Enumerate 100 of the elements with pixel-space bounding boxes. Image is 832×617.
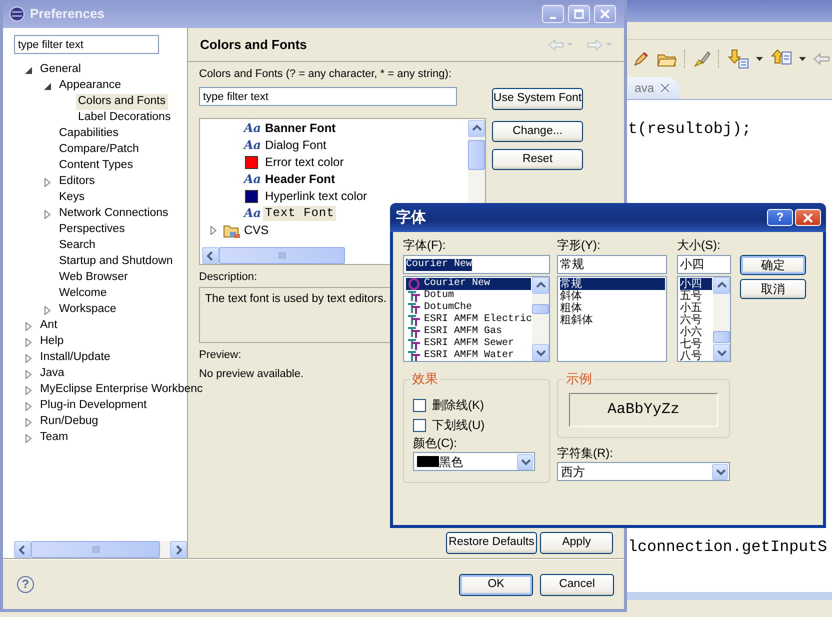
font-name-list[interactable]: Courier New Dotum DotumChe ESRI AMFM Electric ESRI AMFM Gas ESRI AMFM Sewer ESRI AMFM Water bbox=[403, 276, 550, 362]
filter-field[interactable]: type filter text bbox=[199, 87, 457, 106]
list-item[interactable]: Dotum bbox=[406, 290, 531, 302]
list-item[interactable]: 五号 bbox=[680, 290, 712, 302]
cancel-button[interactable]: 取消 bbox=[740, 279, 806, 299]
scrollbar-thumb[interactable] bbox=[532, 304, 549, 314]
tree-item[interactable]: Perspectives bbox=[57, 222, 127, 238]
tree-item[interactable]: Welcome bbox=[57, 286, 109, 302]
help-button[interactable]: ? bbox=[767, 209, 793, 226]
list-item[interactable]: 小五 bbox=[680, 302, 712, 314]
checkbox[interactable] bbox=[413, 398, 426, 412]
scroll-left-button[interactable] bbox=[14, 541, 31, 558]
expander-icon[interactable] bbox=[24, 66, 33, 74]
tree-item[interactable]: Editors bbox=[57, 174, 97, 190]
color-select[interactable]: 黑色 bbox=[413, 452, 535, 472]
cancel-button[interactable]: Cancel bbox=[540, 574, 614, 596]
tree-item[interactable]: Label Decorations bbox=[76, 110, 173, 126]
scroll-left-button[interactable] bbox=[202, 247, 219, 264]
dropdown-button[interactable] bbox=[517, 454, 533, 470]
close-icon[interactable] bbox=[660, 83, 670, 93]
list-item[interactable]: ESRI AMFM Water bbox=[406, 350, 531, 361]
tree-item[interactable]: Network Connections bbox=[57, 206, 170, 222]
dropdown-button[interactable] bbox=[712, 464, 728, 480]
tree-item[interactable]: Banner Font bbox=[263, 121, 338, 136]
scrollbar-thumb[interactable] bbox=[713, 331, 730, 343]
list-item[interactable]: Courier New bbox=[406, 278, 531, 290]
scrollbar-thumb[interactable] bbox=[468, 140, 485, 170]
back-arrow-icon[interactable] bbox=[813, 52, 831, 66]
list-item[interactable]: ESRI AMFM Electric bbox=[406, 314, 531, 326]
font-size-list[interactable]: 小四 五号 小五 六号 小六 七号 八号 bbox=[677, 276, 731, 362]
minimize-button[interactable] bbox=[542, 5, 564, 23]
filter-field[interactable]: type filter text bbox=[14, 35, 159, 54]
checkbox[interactable] bbox=[413, 418, 426, 432]
font-size-field[interactable]: 小四 bbox=[677, 255, 731, 274]
scroll-up-button[interactable] bbox=[713, 277, 730, 294]
charset-select[interactable]: 西方 bbox=[557, 462, 730, 482]
list-item[interactable]: ESRI AMFM Gas bbox=[406, 326, 531, 338]
tree-item[interactable]: Web Browser bbox=[57, 270, 130, 286]
brush-icon[interactable] bbox=[693, 50, 711, 68]
apply-button[interactable]: Apply bbox=[540, 532, 613, 554]
tree-item[interactable]: Appearance bbox=[57, 78, 124, 94]
tree-item[interactable]: Java bbox=[38, 366, 66, 382]
tree-item[interactable]: Hyperlink text color bbox=[263, 189, 370, 204]
tree-item[interactable]: CVS bbox=[242, 223, 271, 238]
close-button[interactable] bbox=[594, 5, 616, 23]
tree-item[interactable]: Compare/Patch bbox=[57, 142, 141, 158]
ok-button[interactable]: 确定 bbox=[740, 255, 806, 275]
tree-item[interactable]: Run/Debug bbox=[38, 414, 100, 430]
tree-item[interactable]: Capabilities bbox=[57, 126, 120, 142]
scroll-up-button[interactable] bbox=[468, 120, 485, 138]
dropdown-caret-icon[interactable] bbox=[756, 57, 763, 61]
tree-item[interactable]: Error text color bbox=[263, 155, 346, 170]
tree-item[interactable]: Help bbox=[38, 334, 66, 350]
tree-item[interactable]: MyEclipse Enterprise Workbenc bbox=[38, 382, 205, 398]
tree-item[interactable]: Team bbox=[38, 430, 70, 446]
list-item[interactable]: 小六 bbox=[680, 326, 712, 338]
scrollbar[interactable] bbox=[532, 277, 549, 361]
ok-button[interactable]: OK bbox=[459, 574, 533, 596]
tree-item[interactable]: Search bbox=[57, 238, 98, 254]
tree-item[interactable]: Dialog Font bbox=[263, 138, 328, 153]
scrollbar[interactable] bbox=[713, 277, 730, 361]
tree-item[interactable]: Startup and Shutdown bbox=[57, 254, 175, 270]
list-item[interactable]: DotumChe bbox=[406, 302, 531, 314]
scroll-up-button[interactable] bbox=[532, 277, 549, 294]
list-item[interactable]: ESRI AMFM Sewer bbox=[406, 338, 531, 350]
tree-item[interactable]: Plug-in Development bbox=[38, 398, 149, 414]
reset-button[interactable]: Reset bbox=[492, 149, 583, 170]
tree-item[interactable]: Header Font bbox=[263, 172, 338, 187]
restore-defaults-button[interactable]: Restore Defaults bbox=[446, 532, 537, 554]
font-style-list[interactable]: 常规 斜体 粗体 粗斜体 bbox=[557, 276, 667, 362]
use-system-font-button[interactable]: Use System Font bbox=[492, 88, 583, 110]
scroll-down-button[interactable] bbox=[713, 344, 730, 361]
scrollbar-thumb[interactable] bbox=[31, 541, 160, 558]
help-button[interactable]: ? bbox=[17, 576, 34, 593]
list-item[interactable]: 粗体 bbox=[560, 302, 665, 314]
tree-item[interactable]: Install/Update bbox=[38, 350, 112, 366]
down-arrow-icon[interactable] bbox=[727, 49, 749, 69]
font-style-field[interactable]: 常规 bbox=[557, 255, 667, 274]
list-item[interactable]: 斜体 bbox=[560, 290, 665, 302]
tree-item[interactable]: General bbox=[38, 62, 83, 78]
tree-item[interactable]: Colors and Fonts bbox=[76, 94, 168, 110]
tree-item[interactable]: Workspace bbox=[57, 302, 118, 318]
list-item[interactable]: 常规 bbox=[560, 278, 665, 290]
list-item[interactable]: 七号 bbox=[680, 338, 712, 350]
tree-item[interactable]: Text Font bbox=[263, 206, 336, 221]
list-item[interactable]: 小四 bbox=[680, 278, 712, 290]
tree-item[interactable]: Keys bbox=[57, 190, 87, 206]
tree-item[interactable]: Ant bbox=[38, 318, 60, 334]
tree-item[interactable]: Content Types bbox=[57, 158, 135, 174]
expander-icon[interactable] bbox=[43, 82, 52, 90]
list-item[interactable]: 八号 bbox=[680, 350, 712, 361]
dropdown-caret-icon[interactable] bbox=[799, 57, 806, 61]
maximize-button[interactable] bbox=[568, 5, 590, 23]
scroll-down-button[interactable] bbox=[532, 344, 549, 361]
change-button[interactable]: Change... bbox=[492, 121, 583, 142]
scrollbar[interactable] bbox=[14, 541, 187, 558]
scroll-right-button[interactable] bbox=[170, 541, 187, 558]
list-item[interactable]: 粗斜体 bbox=[560, 314, 665, 326]
editor-tab[interactable]: ava bbox=[628, 77, 680, 99]
pencil-icon[interactable] bbox=[632, 50, 650, 68]
